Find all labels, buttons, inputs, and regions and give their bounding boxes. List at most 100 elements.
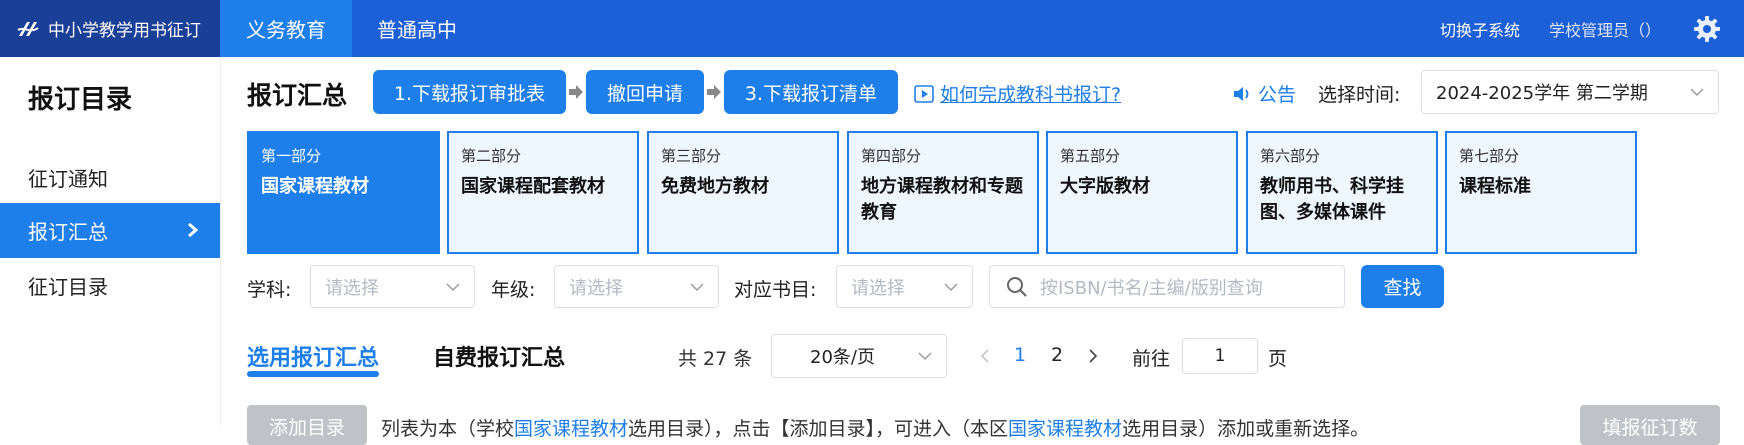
find-button-label: 查找: [1383, 277, 1422, 299]
time-label: 选择时间:: [1318, 84, 1401, 106]
nav-tab-high-school[interactable]: 普通高中: [352, 0, 482, 57]
grade-label: 年级:: [491, 279, 536, 301]
part-card-1[interactable]: 第一部分 国家课程教材: [247, 131, 440, 254]
app-logo[interactable]: 中小学教学用书征订: [0, 0, 220, 57]
search-placeholder: 按ISBN/书名/主编/版别查询: [1040, 277, 1263, 299]
page-size-value: 20条/页: [810, 347, 875, 368]
book-logo-icon: [17, 21, 39, 36]
part-name: 教师用书、科学挂图、多媒体课件: [1260, 176, 1404, 223]
subject-placeholder: 请选择: [325, 277, 379, 299]
note-text: 选用目录）添加或重新选择。: [1122, 418, 1370, 440]
part-name: 地方课程教材和专题教育: [861, 176, 1023, 223]
user-menu[interactable]: 学校管理员（）: [1549, 0, 1661, 57]
next-page-icon[interactable]: [1088, 349, 1098, 363]
catalog-label: 对应书目:: [734, 279, 817, 301]
part-name: 国家课程配套教材: [461, 176, 605, 197]
part-name: 大字版教材: [1060, 176, 1150, 197]
grade-select[interactable]: 请选择: [554, 265, 719, 308]
sidebar-item-label: 征订通知: [28, 167, 108, 191]
nav-tab-compulsory[interactable]: 义务教育: [220, 0, 352, 57]
sidebar: 报订目录 征订通知 报订汇总 征订目录: [0, 57, 220, 425]
subject-label: 学科:: [247, 279, 292, 301]
part-card-6[interactable]: 第六部分 教师用书、科学挂图、多媒体课件: [1246, 131, 1438, 254]
step-label: 1.下载报订审批表: [393, 82, 546, 105]
part-number: 第七部分: [1459, 147, 1520, 165]
chevron-right-icon: [188, 222, 199, 238]
active-tab-indicator: [247, 371, 379, 377]
part-number: 第一部分: [261, 147, 322, 165]
part-card-2[interactable]: 第二部分 国家课程配套教材: [447, 131, 639, 254]
national-textbook-link[interactable]: 国家课程教材: [514, 418, 628, 440]
sidebar-divider: [220, 57, 221, 425]
goto-page-input[interactable]: 1: [1182, 338, 1258, 374]
chevron-down-icon: [446, 283, 460, 291]
fill-order-label: 填报征订数: [1602, 417, 1698, 439]
page-2[interactable]: 2: [1051, 344, 1063, 366]
chevron-down-icon: [918, 352, 932, 360]
notice-link[interactable]: 公告: [1232, 80, 1296, 107]
goto-label: 前往: [1132, 348, 1171, 370]
note-text: 选用目录），点击【添加目录】，可进入（本区: [628, 418, 1009, 440]
tab-self-paid-summary[interactable]: 自费报订汇总: [433, 340, 565, 372]
search-icon: [1007, 276, 1027, 297]
instruction-note: 列表为本（学校国家课程教材选用目录），点击【添加目录】，可进入（本区国家课程教材…: [381, 414, 1369, 441]
speaker-icon: [1234, 86, 1249, 101]
sidebar-title: 报订目录: [28, 85, 133, 115]
page-suffix: 页: [1268, 348, 1288, 370]
nav-tab-label: 普通高中: [377, 18, 457, 42]
sidebar-item-label: 报订汇总: [28, 220, 108, 244]
part-name: 课程标准: [1459, 176, 1531, 197]
withdraw-button[interactable]: 撤回申请: [586, 70, 704, 114]
step-label: 3.下载报订清单: [744, 82, 878, 105]
sidebar-item-catalog[interactable]: 征订目录: [0, 258, 220, 313]
find-button[interactable]: 查找: [1361, 265, 1444, 308]
gear-icon[interactable]: [1693, 15, 1721, 43]
term-select[interactable]: 2024-2025学年 第二学期: [1421, 70, 1719, 114]
part-card-7[interactable]: 第七部分 课程标准: [1445, 131, 1637, 254]
subject-select[interactable]: 请选择: [310, 265, 475, 308]
chevron-down-icon: [690, 283, 704, 291]
catalog-select[interactable]: 请选择: [836, 265, 973, 308]
help-link[interactable]: 如何完成教科书报订?: [914, 80, 1121, 107]
part-card-3[interactable]: 第三部分 免费地方教材: [647, 131, 839, 254]
national-textbook-link[interactable]: 国家课程教材: [1008, 418, 1122, 440]
add-catalog-label: 添加目录: [268, 417, 345, 439]
prev-page-icon[interactable]: [980, 349, 990, 363]
sidebar-item-summary[interactable]: 报订汇总: [0, 203, 220, 258]
app-title: 中小学教学用书征订: [48, 21, 201, 41]
fill-order-quantity-button[interactable]: 填报征订数: [1580, 405, 1720, 445]
top-bar: 中小学教学用书征订 义务教育 普通高中 切换子系统 学校管理员（）: [0, 0, 1744, 57]
tab-label: 自费报订汇总: [433, 346, 566, 371]
user-label: 学校管理员（）: [1549, 20, 1662, 40]
page-1[interactable]: 1: [1014, 344, 1026, 366]
arrow-right-icon: [569, 85, 583, 99]
switch-system-link[interactable]: 切换子系统: [1440, 0, 1520, 57]
tab-label: 选用报订汇总: [247, 346, 380, 371]
part-number: 第五部分: [1060, 147, 1121, 165]
sidebar-item-notice[interactable]: 征订通知: [0, 150, 220, 205]
part-name: 国家课程教材: [261, 176, 369, 197]
sidebar-item-label: 征订目录: [28, 275, 108, 299]
add-catalog-button[interactable]: 添加目录: [247, 405, 367, 445]
download-approval-button[interactable]: 1.下载报订审批表: [373, 70, 566, 114]
note-text: 列表为本（学校: [381, 418, 515, 440]
arrow-right-icon: [707, 85, 721, 99]
switch-system-label: 切换子系统: [1440, 20, 1521, 40]
notice-label: 公告: [1258, 84, 1297, 106]
part-number: 第三部分: [661, 147, 722, 165]
part-number: 第二部分: [461, 147, 522, 165]
chevron-down-icon: [944, 283, 958, 291]
tab-selected-summary[interactable]: 选用报订汇总: [247, 340, 379, 372]
part-card-5[interactable]: 第五部分 大字版教材: [1046, 131, 1238, 254]
part-name: 免费地方教材: [661, 176, 769, 197]
page-title: 报订汇总: [247, 81, 348, 110]
search-input[interactable]: 按ISBN/书名/主编/版别查询: [989, 265, 1345, 308]
part-card-4[interactable]: 第四部分 地方课程教材和专题教育: [847, 131, 1039, 254]
download-list-button[interactable]: 3.下载报订清单: [724, 70, 898, 114]
page-size-select[interactable]: 20条/页: [771, 334, 947, 378]
term-select-value: 2024-2025学年 第二学期: [1436, 83, 1648, 104]
grade-placeholder: 请选择: [569, 277, 623, 299]
help-link-label: 如何完成教科书报订?: [940, 84, 1122, 106]
nav-tab-label: 义务教育: [246, 18, 326, 42]
part-number: 第四部分: [861, 147, 922, 165]
